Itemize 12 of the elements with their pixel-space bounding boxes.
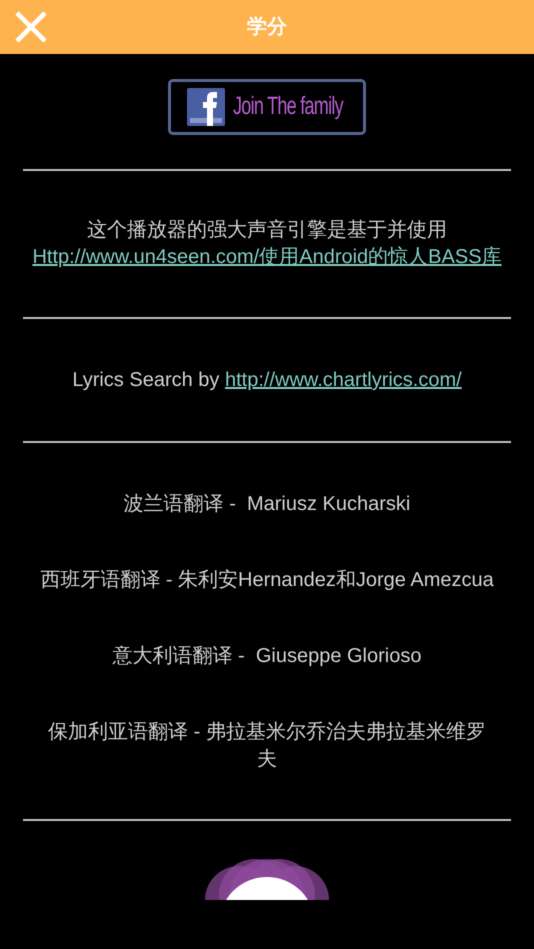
facebook-icon xyxy=(187,88,225,126)
engine-credit: 这个播放器的强大声音引擎是基于并使用 Http://www.un4seen.com/使用Android的惊人BASS库 xyxy=(31,218,503,270)
bass-link[interactable]: Http://www.un4seen.com/使用Android的惊人BASS库 xyxy=(32,246,502,268)
facebook-button[interactable]: Join The family xyxy=(168,79,366,135)
translation-credit: 意大利语翻译 - Giuseppe Glorioso xyxy=(112,644,422,669)
close-icon[interactable] xyxy=(14,10,48,44)
lyrics-credit: Lyrics Search by http://www.chartlyrics.com/ xyxy=(71,368,463,393)
translation-credit: 波兰语翻译 - Mariusz Kucharski xyxy=(122,492,412,517)
chartlyrics-link[interactable]: http://www.chartlyrics.com/ xyxy=(224,369,462,391)
header-title: 学分 xyxy=(247,15,287,40)
translation-credit: 西班牙语翻译 - 朱利安Hernandez和Jorge Amezcua xyxy=(40,568,494,593)
translation-credit: 保加利亚语翻译 - 弗拉基米尔乔治夫弗拉基米维罗夫 xyxy=(47,720,487,772)
